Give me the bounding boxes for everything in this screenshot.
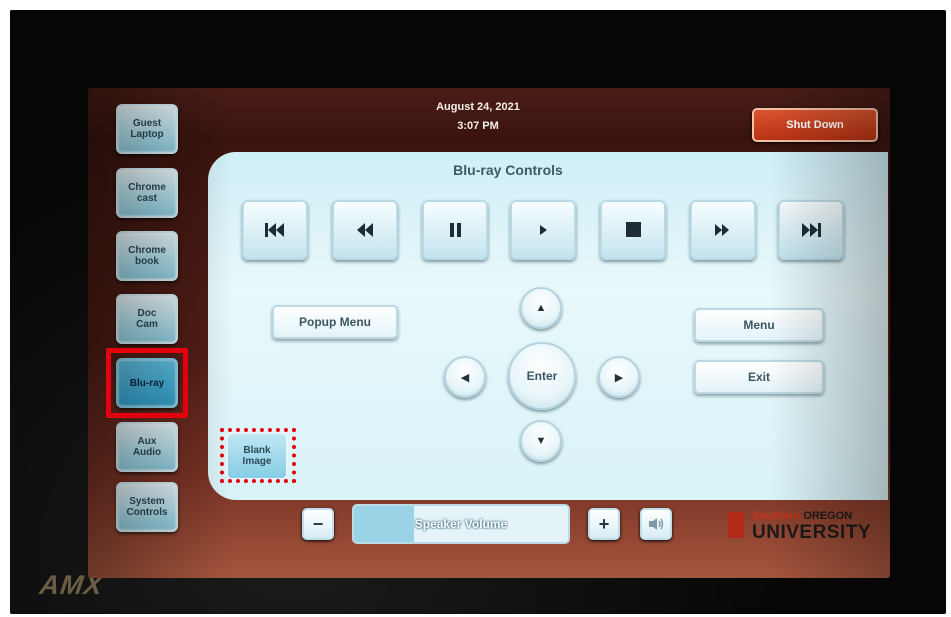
down-arrow-button[interactable]: ▼ xyxy=(520,420,562,462)
source-chromebook-button[interactable]: Chrome book xyxy=(116,231,178,281)
skip-forward-icon xyxy=(802,223,821,237)
skip-back-icon xyxy=(265,223,284,237)
rewind-icon xyxy=(357,223,373,237)
source-guest-laptop-button[interactable]: Guest Laptop xyxy=(116,104,178,154)
volume-up-button[interactable]: + xyxy=(588,508,620,540)
date-label: August 24, 2021 xyxy=(436,101,520,113)
device-frame: AMX Guest Laptop Chrome cast Chrome book… xyxy=(10,10,946,614)
highlight-box xyxy=(106,348,188,418)
skip-back-button[interactable] xyxy=(242,200,308,260)
pause-button[interactable] xyxy=(422,200,488,260)
menu-button[interactable]: Menu xyxy=(694,308,824,342)
bluray-controls-panel: Blu-ray Controls Popup Menu Menu Exit ▲ … xyxy=(208,152,888,500)
volume-down-button[interactable]: − xyxy=(302,508,334,540)
panel-title: Blu-ray Controls xyxy=(453,162,563,178)
stop-icon xyxy=(626,222,641,237)
source-chromecast-button[interactable]: Chrome cast xyxy=(116,168,178,218)
plus-icon: + xyxy=(598,513,610,534)
stop-button[interactable] xyxy=(600,200,666,260)
play-icon xyxy=(540,225,547,235)
speaker-volume-label: Speaker Volume xyxy=(414,517,508,531)
source-aux-audio-button[interactable]: Aux Audio xyxy=(116,422,178,472)
chevron-down-icon: ▼ xyxy=(535,435,547,447)
chevron-left-icon: ◀ xyxy=(460,371,470,384)
enter-label: Enter xyxy=(526,369,558,383)
touch-screen: Guest Laptop Chrome cast Chrome book Doc… xyxy=(88,88,890,578)
skip-forward-button[interactable] xyxy=(778,200,844,260)
logo-line-2: UNIVERSITY xyxy=(752,522,872,543)
fast-forward-icon xyxy=(715,224,729,236)
chevron-right-icon: ▶ xyxy=(614,371,624,384)
logo-line-1: Southern OREGON xyxy=(752,510,853,522)
source-system-controls-button[interactable]: System Controls xyxy=(116,482,178,532)
play-button[interactable] xyxy=(510,200,576,260)
chevron-up-icon: ▲ xyxy=(535,302,547,314)
university-seal-icon xyxy=(728,512,744,538)
university-logo: Southern OREGON UNIVERSITY xyxy=(724,508,884,544)
fast-forward-button[interactable] xyxy=(690,200,756,260)
exit-button[interactable]: Exit xyxy=(694,360,824,394)
speaker-volume-slider[interactable]: Speaker Volume xyxy=(352,504,570,544)
pause-icon xyxy=(450,223,461,237)
speaker-icon xyxy=(649,518,664,530)
right-arrow-button[interactable]: ▶ xyxy=(598,356,640,398)
left-arrow-button[interactable]: ◀ xyxy=(444,356,486,398)
dotted-highlight-box xyxy=(220,428,296,483)
time-label: 3:07 PM xyxy=(457,120,499,132)
minus-icon: − xyxy=(312,513,324,534)
mute-button[interactable] xyxy=(640,508,672,540)
popup-menu-button[interactable]: Popup Menu xyxy=(272,305,398,339)
source-doc-cam-button[interactable]: Doc Cam xyxy=(116,294,178,344)
enter-button[interactable]: Enter xyxy=(508,342,576,410)
shut-down-button[interactable]: Shut Down xyxy=(752,108,878,142)
date-time: August 24, 2021 3:07 PM xyxy=(408,98,548,136)
up-arrow-button[interactable]: ▲ xyxy=(520,287,562,329)
rewind-button[interactable] xyxy=(332,200,398,260)
